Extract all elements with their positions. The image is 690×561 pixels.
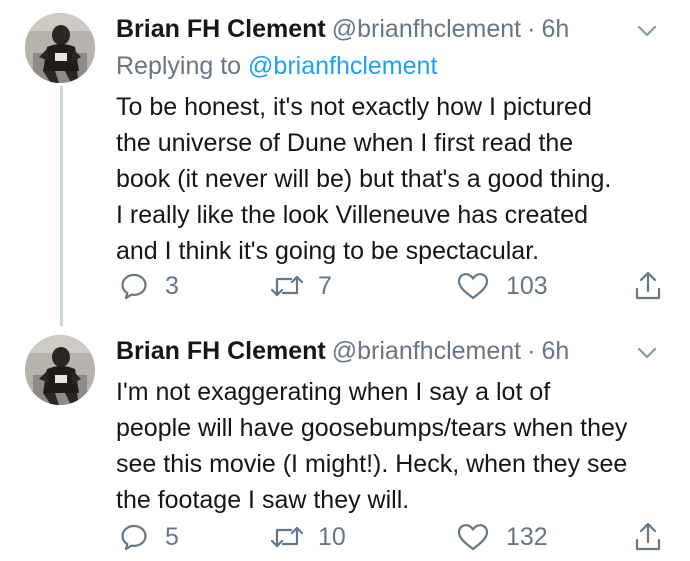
tweet-text-line: To be honest, it's not exactly how I pic… [116,93,592,121]
replying-to: Replying to @brianfhclement [116,50,437,82]
share-button[interactable] [633,520,663,554]
avatar-image [25,335,95,405]
tweet-header: Brian FH Clement @brianfhclement · 6h [116,335,569,367]
tweet-text: I'm not exaggerating when I say a lot of… [116,374,676,518]
thread-connector-line [60,86,63,326]
retweet-button[interactable]: 7 [269,269,332,303]
tweet-text-line: I really like the look Villeneuve has cr… [116,201,589,229]
replying-to-handle-link[interactable]: @brianfhclement [248,52,437,80]
separator-dot: · [527,15,536,43]
avatar[interactable] [25,13,95,83]
like-count: 132 [506,522,548,551]
retweet-count: 7 [318,271,332,300]
tweet-text-line: the universe of Dune when I first read t… [116,129,574,157]
heart-icon [457,524,489,551]
retweet-icon [270,526,304,548]
like-button[interactable]: 132 [456,520,548,554]
share-icon [635,271,661,300]
tweet-text: To be honest, it's not exactly how I pic… [116,89,676,269]
chevron-down-icon[interactable] [636,342,658,364]
avatar[interactable] [25,335,95,405]
tweet-text-line: the footage I saw they will. [116,486,410,514]
reply-icon [121,273,147,300]
like-count: 103 [506,271,548,300]
timestamp[interactable]: 6h [541,15,569,43]
tweet-text-line: see this movie (I might!). Heck, when th… [116,450,628,478]
heart-icon [457,273,489,300]
tweet-actions: 3 7 103 [116,269,676,303]
chevron-down-icon[interactable] [636,20,658,42]
reply-button[interactable]: 3 [119,269,179,303]
reply-button[interactable]: 5 [119,520,179,554]
replying-to-label: Replying to [116,52,242,80]
like-button[interactable]: 103 [456,269,548,303]
separator-dot: · [527,337,536,365]
author-handle[interactable]: @brianfhclement [332,15,521,43]
reply-count: 5 [165,522,179,551]
tweet-text-line: book (it never will be) but that's a goo… [116,165,612,193]
tweet-text-line: I'm not exaggerating when I say a lot of [116,378,551,406]
tweet-text-line: and I think it's going to be spectacular… [116,237,540,265]
tweet-text-line: people will have goosebumps/tears when t… [116,414,628,442]
timestamp[interactable]: 6h [541,337,569,365]
retweet-icon [270,275,304,297]
share-button[interactable] [633,269,663,303]
author-handle[interactable]: @brianfhclement [332,337,521,365]
author-name[interactable]: Brian FH Clement [116,337,326,365]
share-icon [635,522,661,551]
avatar-image [25,13,95,83]
tweet-actions: 5 10 132 [116,520,676,554]
tweet-header: Brian FH Clement @brianfhclement · 6h [116,13,569,45]
retweet-count: 10 [318,522,346,551]
reply-count: 3 [165,271,179,300]
reply-icon [121,524,147,551]
retweet-button[interactable]: 10 [269,520,346,554]
author-name[interactable]: Brian FH Clement [116,15,326,43]
